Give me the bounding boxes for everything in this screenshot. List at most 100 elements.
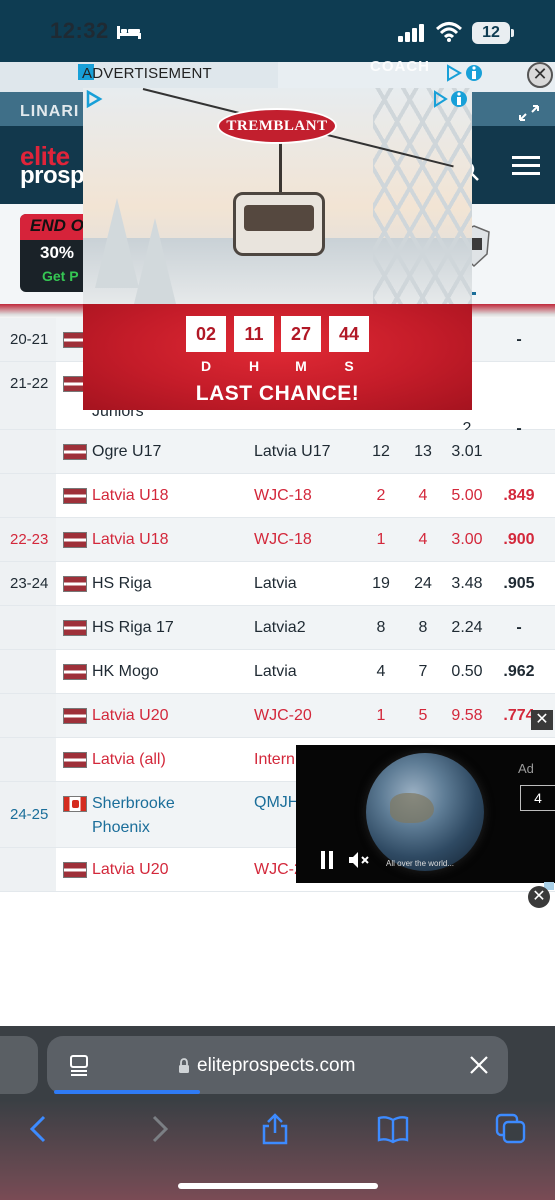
season-cell xyxy=(0,430,56,473)
page-menu-icon[interactable] xyxy=(68,1054,90,1076)
ad-choices-icon[interactable] xyxy=(446,64,486,82)
share-icon[interactable] xyxy=(258,1112,292,1146)
ad-photo-gondola-arm xyxy=(279,136,282,194)
advertisement-label: ADVERTISEMENT xyxy=(82,65,212,82)
goals-against-average: 3.48 xyxy=(451,575,483,592)
season-cell xyxy=(0,650,56,693)
promo-cta[interactable]: Get P xyxy=(42,268,79,284)
tabs-icon[interactable] xyxy=(494,1112,528,1146)
earth-landmass xyxy=(390,793,434,823)
table-row[interactable]: Latvia U20 WJC-20 1 5 9.58.774 xyxy=(0,694,555,738)
countdown-minutes-label: M xyxy=(295,358,307,374)
league-name[interactable]: WJC-18 xyxy=(254,487,312,505)
save-percentage: - xyxy=(516,619,522,636)
team-name[interactable]: Latvia U20 xyxy=(92,704,169,728)
league-name[interactable]: Latvia xyxy=(254,575,297,593)
games-played: 4 xyxy=(376,663,386,680)
back-icon[interactable] xyxy=(22,1112,56,1146)
team-name[interactable]: Latvia U18 xyxy=(92,528,169,552)
bookmarks-icon[interactable] xyxy=(376,1112,410,1146)
home-indicator[interactable] xyxy=(178,1183,378,1189)
maple-leaf-icon xyxy=(72,800,79,808)
league-name[interactable]: Latvia U17 xyxy=(254,443,331,461)
team-name[interactable]: Latvia (all) xyxy=(92,748,166,772)
team-name-line2[interactable]: Phoenix xyxy=(92,816,150,840)
countdown-days-label: D xyxy=(200,358,212,374)
close-bottom-ad-icon[interactable]: ✕ xyxy=(528,886,550,908)
save-percentage: - xyxy=(516,331,522,348)
table-row[interactable]: 22-23 Latvia U18 WJC-18 1 4 3.00 .900 xyxy=(0,518,555,562)
league-name[interactable]: WJC-20 xyxy=(254,707,312,725)
league-name[interactable]: QMJH xyxy=(254,794,299,812)
latvia-flag-icon xyxy=(63,664,87,680)
goals-against: 13 xyxy=(414,443,432,460)
latvia-flag-icon xyxy=(63,752,87,768)
expand-icon[interactable] xyxy=(518,104,540,122)
tremblant-logo[interactable]: TREMBLANT xyxy=(217,108,337,144)
canada-flag-icon xyxy=(63,796,87,812)
stop-loading-icon[interactable] xyxy=(468,1054,490,1076)
team-name[interactable]: HS Riga xyxy=(92,572,152,596)
hamburger-menu-icon[interactable] xyxy=(512,155,540,177)
ad-choices-triangle-icon[interactable] xyxy=(85,90,105,108)
table-row[interactable]: HS Riga 17 Latvia2 8 8 2.24 - xyxy=(0,606,555,650)
video-ad-label: Ad xyxy=(518,761,534,776)
countdown-minutes: 27 xyxy=(281,316,321,352)
league-name[interactable]: WJC-18 xyxy=(254,531,312,549)
previous-tab-preview[interactable] xyxy=(0,1036,38,1094)
team-name[interactable]: HS Riga 17 xyxy=(92,616,174,640)
video-ad[interactable]: Ad 4 All over the world... xyxy=(296,745,555,883)
close-video-ad-icon[interactable]: ✕ xyxy=(531,710,553,730)
table-row[interactable]: Ogre U17 Latvia U17 12 13 3.01 xyxy=(0,430,555,474)
season-cell xyxy=(0,848,56,891)
latvia-flag-icon xyxy=(63,488,87,504)
table-row[interactable]: 23-24 HS Riga Latvia 19 24 3.48 .905 xyxy=(0,562,555,606)
latvia-flag-icon xyxy=(63,708,87,724)
league-name[interactable]: Latvia2 xyxy=(254,619,306,637)
season-label: 20-21 xyxy=(10,331,49,348)
tremblant-ad[interactable]: TREMBLANT 02 11 27 44 D H M S LAST CHANC… xyxy=(83,88,472,410)
season-label: 21-22 xyxy=(10,375,49,392)
ad-photo-tree xyxy=(133,218,177,308)
goals-against-average: 2.24 xyxy=(451,619,483,636)
pause-icon[interactable] xyxy=(320,850,334,870)
team-name[interactable]: Latvia U18 xyxy=(92,484,169,508)
mute-icon[interactable] xyxy=(348,851,370,869)
countdown-seconds: 44 xyxy=(329,316,369,352)
goals-against-average: 3.00 xyxy=(451,531,483,548)
promo-title: END O xyxy=(30,216,84,235)
season-label: 24-25 xyxy=(10,806,49,823)
team-name[interactable]: HK Mogo xyxy=(92,660,159,684)
video-caption: All over the world... xyxy=(386,859,455,868)
top-ad-left-text: LINARI xyxy=(20,103,80,120)
goals-against-average: 3.01 xyxy=(451,443,483,460)
season-cell xyxy=(0,694,56,737)
save-percentage: .905 xyxy=(503,575,535,592)
games-played: 1 xyxy=(376,531,386,548)
ad-cta-text[interactable]: LAST CHANCE! xyxy=(83,382,472,406)
season-cell xyxy=(0,474,56,517)
latvia-flag-icon xyxy=(63,576,87,592)
url-text[interactable]: eliteprospects.com xyxy=(197,1055,355,1077)
latvia-flag-icon xyxy=(63,862,87,878)
forward-icon[interactable] xyxy=(142,1112,176,1146)
goals-against-average: 0.50 xyxy=(451,663,483,680)
games-played: 1 xyxy=(376,707,386,724)
table-row[interactable]: HK Mogo Latvia 4 7 0.50 .962 xyxy=(0,650,555,694)
close-ad-icon[interactable]: ✕ xyxy=(527,62,553,88)
goals-against: 7 xyxy=(418,663,428,680)
league-name[interactable]: Intern xyxy=(254,751,295,769)
ad-photo-gondola xyxy=(233,192,325,256)
team-name[interactable]: Latvia U20 xyxy=(92,858,169,882)
season-cell xyxy=(0,362,56,429)
promo-discount: 30% xyxy=(40,243,75,262)
team-name[interactable]: Sherbrooke xyxy=(92,792,175,816)
team-name[interactable]: Ogre U17 xyxy=(92,440,161,464)
league-name[interactable]: Latvia xyxy=(254,663,297,681)
season-cell xyxy=(0,606,56,649)
countdown-days: 02 xyxy=(186,316,226,352)
games-played: 2 xyxy=(376,487,386,504)
table-row[interactable]: Latvia U18 WJC-18 2 4 5.00 .849 xyxy=(0,474,555,518)
countdown-hours-label: H xyxy=(248,358,260,374)
ad-choices-icon[interactable] xyxy=(433,90,469,108)
